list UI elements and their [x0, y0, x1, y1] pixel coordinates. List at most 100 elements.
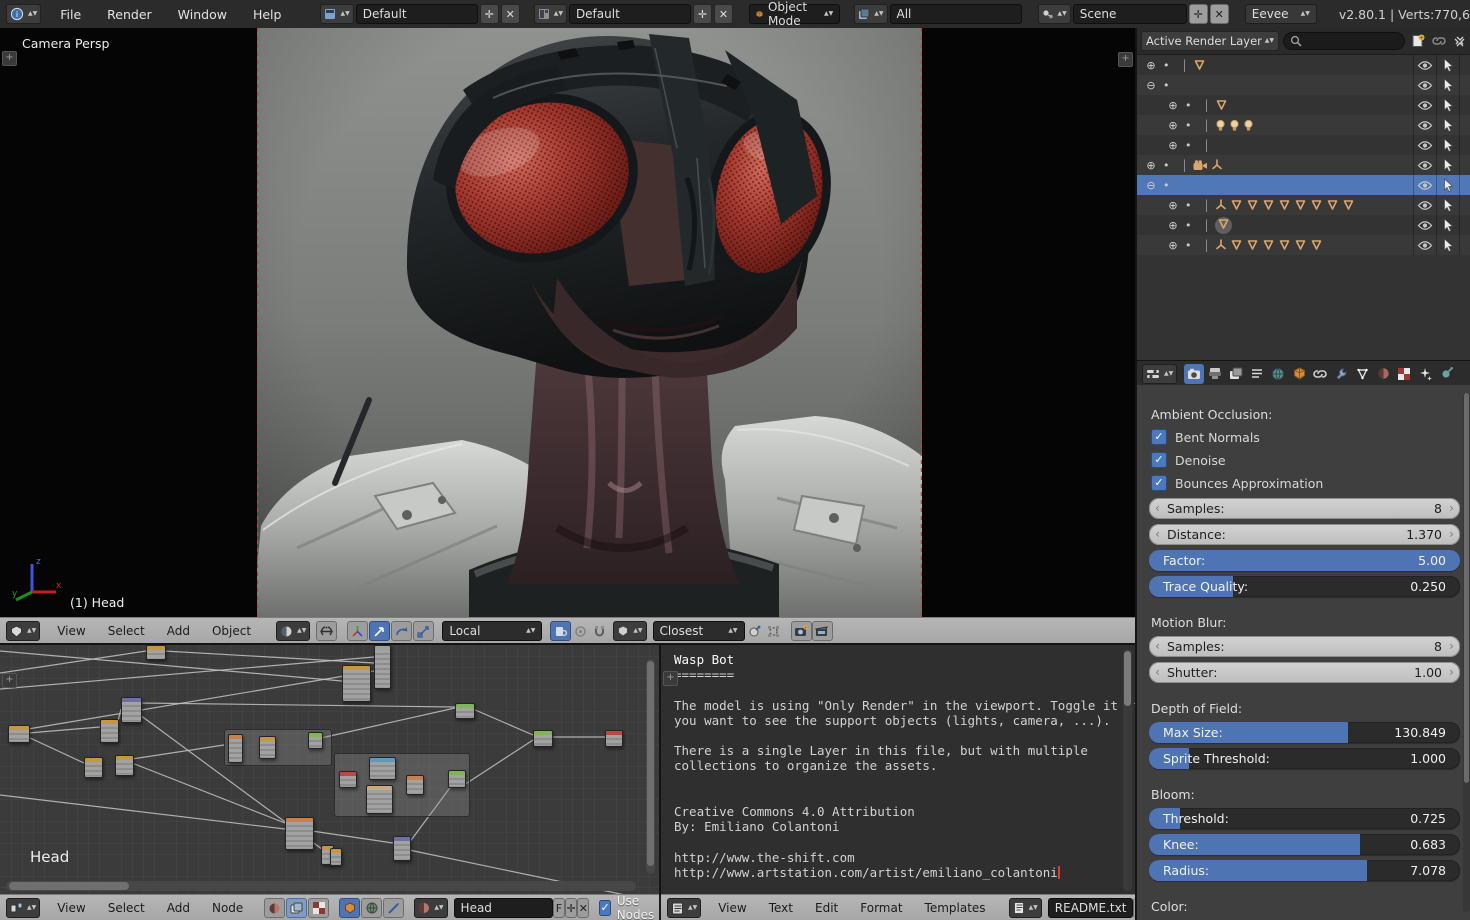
- selectability-cursor-icon[interactable]: [1443, 238, 1454, 252]
- shader-type-image-icon[interactable]: [286, 898, 307, 918]
- shader-node[interactable]: [8, 725, 30, 743]
- material-icon-button[interactable]: ▲▼: [414, 898, 447, 918]
- shader-node[interactable]: [455, 703, 475, 719]
- shader-node[interactable]: [115, 755, 134, 776]
- horizontal-scrollbar[interactable]: [6, 881, 636, 891]
- fake-user-button[interactable]: F: [553, 898, 565, 918]
- material-add-button[interactable]: ✛: [565, 898, 577, 918]
- shader-node[interactable]: [448, 770, 466, 788]
- tab-constraints-icon[interactable]: [1310, 364, 1330, 384]
- screen-layout-icon-button[interactable]: ▲▼: [534, 4, 567, 24]
- screen-layout-delete-button[interactable]: ✕: [714, 4, 733, 24]
- menu-render[interactable]: Render: [94, 7, 165, 22]
- pivot-point-button[interactable]: [550, 621, 571, 641]
- slider-distance[interactable]: Distance:1.370: [1149, 524, 1460, 545]
- snap-peel-button[interactable]: [745, 622, 764, 640]
- expand-toggle-icon[interactable]: ⊖: [1145, 79, 1157, 92]
- shader-node[interactable]: [308, 732, 323, 749]
- expand-toggle-icon[interactable]: ⊕: [1145, 59, 1157, 72]
- outliner-row-body-armour[interactable]: ⊕•|: [1137, 235, 1470, 255]
- snap-align-button[interactable]: [764, 622, 783, 640]
- tab-world-icon[interactable]: [1268, 364, 1288, 384]
- checkbox-checked-icon[interactable]: ✓: [1151, 475, 1167, 491]
- editor-type-properties-button[interactable]: ▲▼: [1142, 364, 1177, 384]
- editor-type-text-button[interactable]: ▲▼: [667, 898, 701, 918]
- shader-node[interactable]: [406, 775, 424, 795]
- gizmo-move-button[interactable]: [369, 621, 390, 641]
- outliner-row-character[interactable]: ⊖•: [1137, 175, 1470, 195]
- outliner-row-probes[interactable]: ⊕•|: [1137, 135, 1470, 155]
- use-nodes-checkbox[interactable]: ✓: [599, 900, 610, 916]
- shader-type-texture-icon[interactable]: [308, 898, 329, 918]
- tab-effects-icon[interactable]: [1415, 364, 1435, 384]
- tab-particles-icon[interactable]: [1352, 364, 1372, 384]
- overlap-toggle-icon[interactable]: [316, 621, 337, 641]
- vertical-scrollbar[interactable]: [646, 659, 655, 874]
- view-layer-field[interactable]: All: [890, 4, 1022, 24]
- shader-node[interactable]: [146, 645, 166, 660]
- scene-icon-button[interactable]: ▲▼: [1038, 4, 1071, 24]
- workspace-delete-button[interactable]: ✕: [501, 4, 520, 24]
- workspace-add-button[interactable]: ✛: [480, 4, 499, 24]
- menu-add[interactable]: Add: [156, 901, 201, 915]
- snap-toggle-button[interactable]: [590, 622, 609, 640]
- selectability-cursor-icon[interactable]: [1443, 118, 1454, 132]
- outliner-row-camera[interactable]: ⊕•|: [1137, 155, 1470, 175]
- visibility-eye-icon[interactable]: [1417, 120, 1433, 131]
- menu-node[interactable]: Node: [201, 901, 254, 915]
- slider-max-size[interactable]: Max Size:130.849: [1149, 722, 1460, 743]
- workspace-field[interactable]: Default: [356, 4, 478, 24]
- outliner-row-head[interactable]: ⊕•|: [1137, 215, 1470, 235]
- screen-layout-field[interactable]: Default: [569, 4, 691, 24]
- expand-toggle-icon[interactable]: ⊖: [1145, 179, 1157, 192]
- outliner-row-lighting[interactable]: ⊖•: [1137, 75, 1470, 95]
- gizmo-scale-button[interactable]: [413, 621, 434, 641]
- shader-node[interactable]: [374, 645, 391, 689]
- editor-type-info-button[interactable]: i ▲▼: [6, 4, 41, 24]
- shader-node[interactable]: [259, 736, 276, 759]
- scene-delete-button[interactable]: ✕: [1210, 4, 1229, 24]
- menu-format[interactable]: Format: [849, 901, 913, 915]
- editor-type-node-button[interactable]: ▲▼: [6, 898, 40, 918]
- slider-knee[interactable]: Knee:0.683: [1149, 834, 1460, 855]
- proportional-edit-button[interactable]: [571, 622, 590, 640]
- slider-radius[interactable]: Radius:7.078: [1149, 860, 1460, 881]
- tab-material-icon[interactable]: [1373, 364, 1393, 384]
- gizmo-rotate-button[interactable]: [391, 621, 412, 641]
- shader-node[interactable]: [605, 730, 623, 747]
- menu-window[interactable]: Window: [165, 7, 240, 22]
- selectability-cursor-icon[interactable]: [1443, 78, 1454, 92]
- slider-factor[interactable]: Factor:5.00: [1149, 550, 1460, 571]
- tab-modifiers-icon[interactable]: [1331, 364, 1351, 384]
- checkbox-row-denoise[interactable]: ✓Denoise: [1151, 452, 1460, 468]
- visibility-eye-icon[interactable]: [1417, 240, 1433, 251]
- render-image-button[interactable]: +: [791, 621, 812, 641]
- gizmo-axes-button[interactable]: [347, 621, 368, 641]
- shader-node[interactable]: [393, 836, 411, 861]
- selectability-cursor-icon[interactable]: [1443, 178, 1454, 192]
- tab-scene-icon[interactable]: [1247, 364, 1267, 384]
- selectability-cursor-icon[interactable]: [1443, 138, 1454, 152]
- menu-view[interactable]: View: [46, 901, 96, 915]
- engine-selector[interactable]: Eevee ▲▼: [1245, 4, 1317, 24]
- expand-toggle-icon[interactable]: ⊕: [1167, 119, 1179, 132]
- visibility-eye-icon[interactable]: [1417, 100, 1433, 111]
- vertical-scrollbar[interactable]: [1463, 393, 1470, 912]
- shader-node[interactable]: [100, 719, 119, 743]
- region-expand-button[interactable]: +: [2, 673, 17, 688]
- menu-templates[interactable]: Templates: [914, 901, 997, 915]
- shader-node[interactable]: [84, 757, 103, 778]
- tab-physics-icon[interactable]: [1436, 364, 1456, 384]
- node-editor[interactable]: Head +: [0, 643, 661, 896]
- visibility-eye-icon[interactable]: [1417, 80, 1433, 91]
- shader-node[interactable]: [285, 817, 314, 850]
- viewport-3d[interactable]: Camera Persp z x y (1) Head + +: [0, 28, 1135, 617]
- shader-node[interactable]: [342, 665, 371, 702]
- outliner-display-mode-selector[interactable]: Active Render Layer ▲▼: [1141, 31, 1279, 51]
- scene-field[interactable]: Scene: [1073, 4, 1187, 24]
- slider-trace-quality[interactable]: Trace Quality:0.250: [1149, 576, 1460, 597]
- slot-object-icon[interactable]: [339, 898, 360, 918]
- outliner-row-helmet[interactable]: ⊕•|: [1137, 195, 1470, 215]
- shader-node[interactable]: [533, 730, 553, 747]
- menu-select[interactable]: Select: [97, 901, 156, 915]
